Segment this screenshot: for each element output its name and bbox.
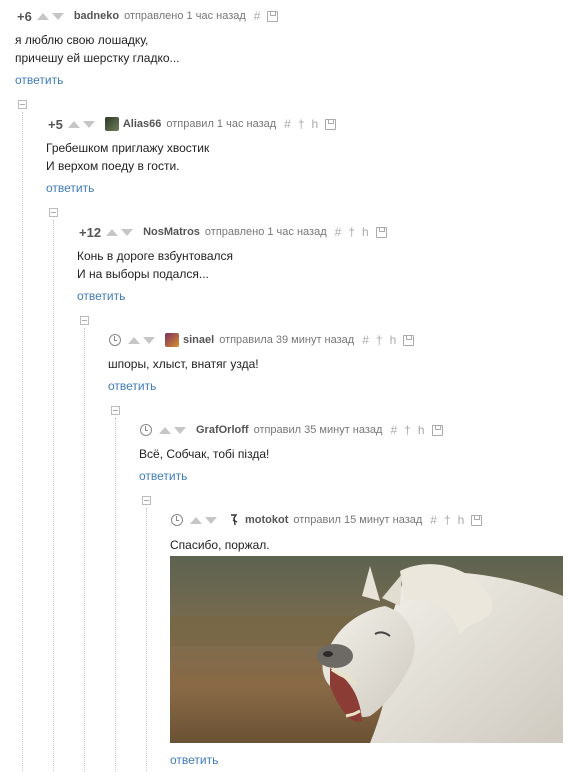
thread-line [53,220,54,772]
upvote-arrow-icon[interactable] [159,426,171,434]
avatar[interactable] [227,513,241,527]
save-icon[interactable] [471,514,483,526]
comment-rating: +5 [48,116,63,132]
comment-time: отправил 1 час назад [166,118,277,130]
parent-comment-icon[interactable]: † [298,117,305,131]
permalink-hash-icon[interactable]: # [284,117,291,131]
comment-text: Гребешком приглажу хвостик И верхом поед… [46,141,210,173]
permalink-hash-icon[interactable]: # [335,225,342,239]
avatar[interactable] [104,117,119,131]
permalink-hash-icon[interactable]: # [254,9,261,23]
comment-time: отправила 39 минут назад [219,334,355,346]
upvote-arrow-icon[interactable] [106,228,119,236]
author-name[interactable]: motokot [245,514,288,526]
save-icon[interactable] [267,10,279,22]
comment-meta: +5 Alias66 отправил 1 час назад # † h [48,115,337,133]
comment-text: шпоры, хлыст, внатяг узда! [108,357,259,371]
thread-line [115,418,116,772]
thread-line [84,328,85,772]
collapse-toggle-icon[interactable] [142,496,151,505]
collapse-toggle-icon[interactable] [18,100,27,109]
upvote-arrow-icon[interactable] [36,12,49,20]
thread-branch-icon[interactable]: h [362,225,369,239]
downvote-arrow-icon[interactable] [82,120,95,128]
author-name[interactable]: badneko [74,10,119,22]
author-name[interactable]: NosMatros [143,226,200,238]
permalink-hash-icon[interactable]: # [390,423,397,437]
comment-meta: +6 badneko отправлено 1 час назад # [17,7,279,25]
reply-link[interactable]: ответить [170,753,218,767]
permalink-hash-icon[interactable]: # [430,513,437,527]
author-name[interactable]: Alias66 [123,118,162,130]
comment-text: Всё, Собчак, тобі пізда! [139,447,270,461]
downvote-arrow-icon[interactable] [205,516,217,524]
reply-link[interactable]: ответить [139,469,187,483]
thread-line [22,112,23,772]
avatar[interactable] [165,333,179,347]
parent-comment-icon[interactable]: † [348,225,355,239]
reply-link[interactable]: ответить [15,73,63,87]
save-icon[interactable] [431,424,443,436]
clock-icon [140,424,152,436]
comment-rating: +12 [79,224,102,240]
thread-branch-icon[interactable]: h [312,117,319,131]
downvote-arrow-icon[interactable] [121,228,134,236]
reply-link[interactable]: ответить [46,181,94,195]
parent-comment-icon[interactable]: † [404,423,411,437]
comment-text: Конь в дороге взбунтовался И на выборы п… [77,249,234,281]
comment-text: Спасибо, поржал. [170,538,270,552]
comment-time: отправлено 1 час назад [124,10,246,22]
upvote-arrow-icon[interactable] [190,516,202,524]
thread-branch-icon[interactable]: h [390,333,397,347]
laughing-horse-image [170,556,563,743]
clock-icon [171,514,183,526]
downvote-arrow-icon[interactable] [143,336,155,344]
save-icon[interactable] [325,118,337,130]
parent-comment-icon[interactable]: † [444,513,451,527]
upvote-arrow-icon[interactable] [128,336,140,344]
collapse-toggle-icon[interactable] [49,208,58,217]
comment-meta: +12 NosMatros отправлено 1 час назад # †… [79,223,387,241]
comment-meta: sinael отправила 39 минут назад # † h [109,331,415,349]
comment-time: отправлено 1 час назад [204,226,327,238]
thread-branch-icon[interactable]: h [458,513,465,527]
reply-link[interactable]: ответить [108,379,156,393]
downvote-arrow-icon[interactable] [51,12,64,20]
collapse-toggle-icon[interactable] [111,406,120,415]
comment-time: отправил 35 минут назад [253,424,383,436]
comment-text: я люблю свою лошадку, причешу ей шерстку… [15,33,180,65]
comment-rating: +6 [17,8,32,24]
upvote-arrow-icon[interactable] [67,120,80,128]
comment-time: отправил 15 минут назад [293,514,423,526]
author-name[interactable]: GrafOrloff [196,424,249,436]
save-icon[interactable] [375,226,387,238]
author-name[interactable]: sinael [183,334,214,346]
parent-comment-icon[interactable]: † [376,333,383,347]
save-icon[interactable] [403,334,415,346]
collapse-toggle-icon[interactable] [80,316,89,325]
comment-meta: motokot отправил 15 минут назад # † h [171,511,483,529]
reply-link[interactable]: ответить [77,289,125,303]
downvote-arrow-icon[interactable] [174,426,186,434]
comment-meta: GrafOrloff отправил 35 минут назад # † h [140,421,443,439]
permalink-hash-icon[interactable]: # [362,333,369,347]
clock-icon [109,334,121,346]
thread-line [146,508,147,772]
thread-branch-icon[interactable]: h [418,423,425,437]
